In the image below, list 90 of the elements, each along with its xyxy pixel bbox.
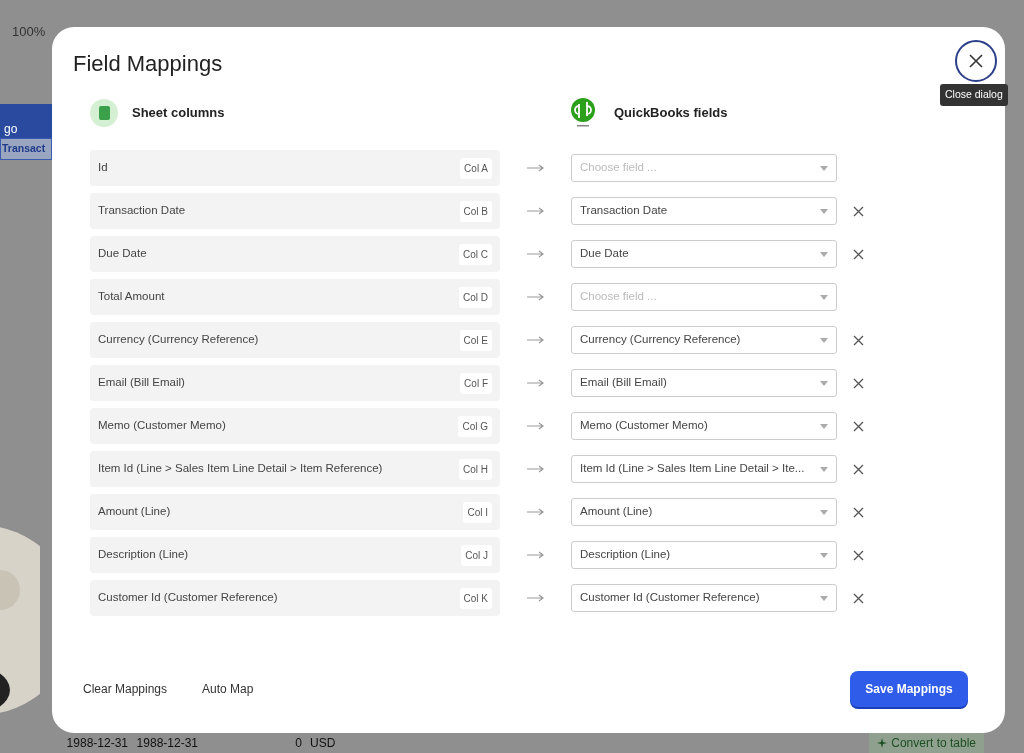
quickbooks-logo-icon [570,98,596,128]
remove-mapping-button[interactable] [851,591,865,605]
arrow-icon [526,551,545,559]
column-name: Customer Id (Customer Reference) [98,590,278,606]
table-cell-text: 1988-12-31 [135,735,199,752]
remove-mapping-button[interactable] [851,462,865,476]
arrow-icon [526,465,545,473]
arrow-icon [526,379,545,387]
arrow-icon [526,336,545,344]
remove-mapping-button[interactable] [851,376,865,390]
field-select[interactable]: Email (Bill Email) [571,369,837,397]
close-icon [852,463,864,475]
field-select[interactable]: Customer Id (Customer Reference) [571,584,837,612]
column-tag: Col I [463,501,492,523]
field-select[interactable]: Memo (Customer Memo) [571,412,837,440]
close-icon [852,592,864,604]
zoom-level[interactable]: 100% [12,22,46,42]
column-tag: Col C [459,243,492,265]
remove-mapping-button[interactable] [851,419,865,433]
close-icon [852,205,864,217]
close-icon [852,334,864,346]
field-select[interactable]: Description (Line) [571,541,837,569]
caret-icon [820,337,828,343]
caret-icon [820,251,828,257]
field-select[interactable]: Due Date [571,240,837,268]
column-tag: Col K [459,587,492,609]
column-name: Due Date [98,246,147,262]
dialog-title: Field Mappings [73,50,223,78]
remove-mapping-button[interactable] [851,505,865,519]
sparkle-icon [877,738,888,748]
field-select[interactable]: Amount (Line) [571,498,837,526]
column-name: Amount (Line) [98,504,171,520]
field-select[interactable]: Currency (Currency Reference) [571,326,837,354]
column-tag: Col E [459,329,492,351]
remove-mapping-button[interactable] [851,247,865,261]
tooltip: Close dialog [940,84,1008,106]
remove-mapping-button[interactable] [851,204,865,218]
column-tag: Col H [459,458,492,480]
column-tag: Col F [460,372,492,394]
arrow-icon [526,207,545,215]
arrow-icon [526,164,545,172]
column-name: Id [98,160,108,176]
column-name: Memo (Customer Memo) [98,418,226,434]
arrow-icon [526,422,545,430]
header-cell: go [0,104,52,138]
column-tag: Col A [460,157,492,179]
column-header: Sheet columns [132,104,225,123]
footer-link[interactable]: Auto Map [202,680,254,698]
convert-to-table-button[interactable]: Convert to table [869,733,984,753]
caret-icon [820,595,828,601]
caret-icon [820,466,828,472]
sheets-icon [90,99,118,127]
column-name: Item Id (Line > Sales Item Line Detail > Item Reference) [98,461,383,477]
column-tag: Col B [459,200,492,222]
column-name: Total Amount [98,289,165,305]
column-header: QuickBooks fields [614,104,728,123]
caret-icon [820,552,828,558]
arrow-icon [526,508,545,516]
caret-icon [820,423,828,429]
close-icon [852,506,864,518]
caret-icon [820,380,828,386]
column-name: Transaction Date [98,203,186,219]
caret-icon [820,165,828,171]
column-name: Email (Bill Email) [98,375,185,391]
column-name: Description (Line) [98,547,189,563]
column-tag: Col G [458,415,492,437]
close-icon [852,549,864,561]
close-icon [969,54,983,68]
arrow-icon [526,594,545,602]
remove-mapping-button[interactable] [851,333,865,347]
caret-icon [820,208,828,214]
column-name: Currency (Currency Reference) [98,332,259,348]
footer-link[interactable]: Clear Mappings [83,680,168,698]
remove-mapping-button[interactable] [851,548,865,562]
column-tag: Col D [459,286,492,308]
field-select[interactable]: Transaction Date [571,197,837,225]
caret-icon [820,509,828,515]
table-cell: Transact [0,138,52,160]
save-button[interactable]: Save Mappings [850,671,968,707]
close-icon [852,420,864,432]
arrow-icon [526,250,545,258]
column-tag: Col J [461,544,492,566]
close-icon [852,377,864,389]
table-cell-text: 1988-12-31 [65,735,129,752]
field-select[interactable]: Item Id (Line > Sales Item Line Detail > Ite... [571,455,837,483]
table-cell-text: USD [309,735,337,752]
arrow-icon [526,293,545,301]
close-icon [852,248,864,260]
table-cell-text: 0 [294,735,303,752]
caret-icon [820,294,828,300]
